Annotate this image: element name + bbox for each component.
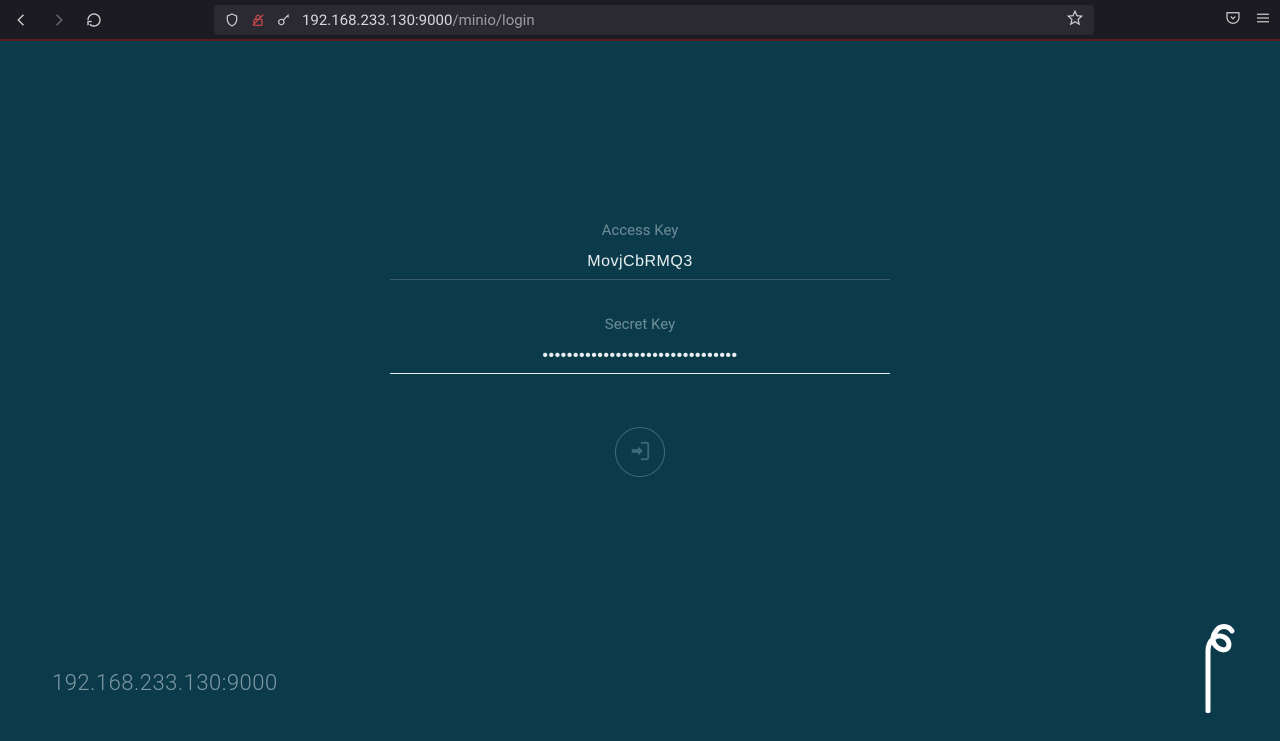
secret-key-input[interactable] <box>390 343 890 374</box>
url-text: 192.168.233.130:9000/minio/login <box>302 11 1056 29</box>
shield-icon <box>224 12 240 28</box>
browser-toolbar: 192.168.233.130:9000/minio/login <box>0 0 1280 41</box>
menu-icon[interactable] <box>1254 9 1272 31</box>
page-content: Access Key Secret Key 192.168.233.130:90… <box>0 41 1280 741</box>
login-button[interactable] <box>615 427 665 477</box>
access-key-label: Access Key <box>390 221 890 239</box>
bookmark-star-icon[interactable] <box>1066 9 1084 31</box>
login-icon <box>629 440 651 465</box>
forward-button[interactable] <box>44 6 72 34</box>
back-button[interactable] <box>8 6 36 34</box>
secret-key-label: Secret Key <box>390 315 890 333</box>
access-key-field-group: Access Key <box>390 221 890 280</box>
login-form: Access Key Secret Key <box>390 221 890 477</box>
key-icon <box>276 12 292 28</box>
minio-logo <box>1180 623 1240 713</box>
pocket-icon[interactable] <box>1224 9 1242 31</box>
reload-button[interactable] <box>80 6 108 34</box>
server-address-text: 192.168.233.130:9000 <box>52 671 278 696</box>
lock-insecure-icon <box>250 12 266 28</box>
access-key-input[interactable] <box>390 249 890 280</box>
secret-key-field-group: Secret Key <box>390 315 890 374</box>
address-bar[interactable]: 192.168.233.130:9000/minio/login <box>214 5 1094 35</box>
